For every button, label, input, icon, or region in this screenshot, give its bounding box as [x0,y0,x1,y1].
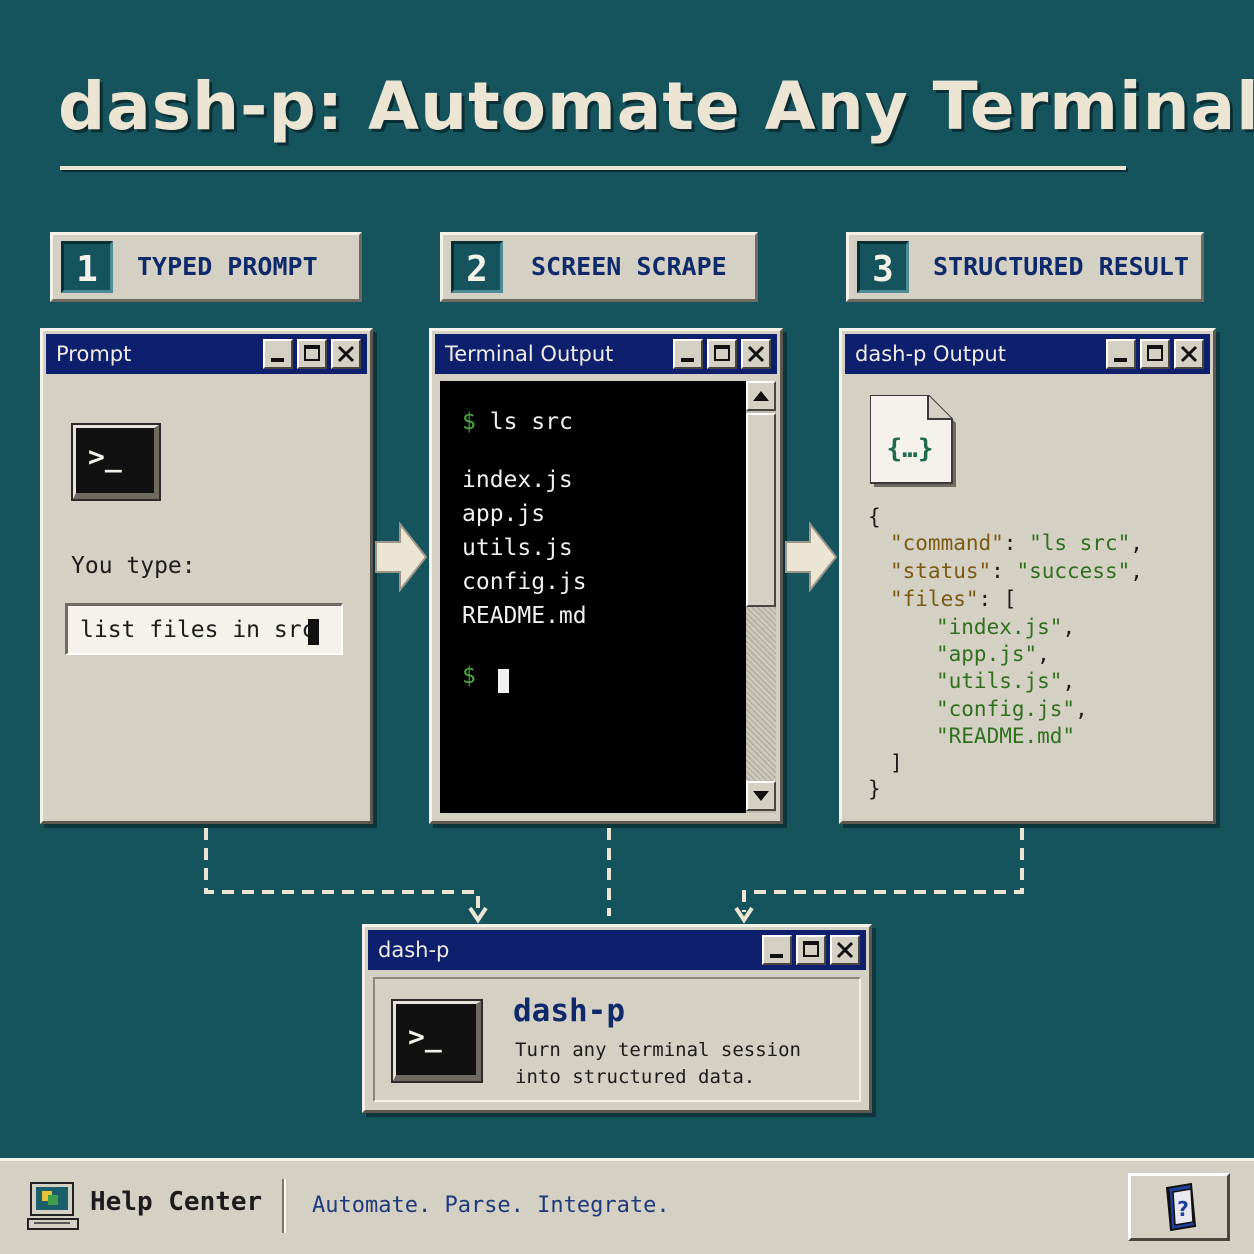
close-icon [1180,345,1198,363]
title-divider [60,166,1126,170]
window-title: dash-p [378,938,450,962]
json-file-item: "index.js", [936,615,1076,639]
close-button[interactable] [331,339,361,369]
up-arrow-icon [753,391,769,401]
close-button[interactable] [830,935,860,965]
flow-arrow-icon [375,522,428,592]
prompt-titlebar[interactable]: Prompt [46,334,367,374]
terminal-screen[interactable]: $ ls src index.js app.js utils.js config… [440,381,746,813]
output-line: index.js [462,467,573,493]
app-name: dash-p [513,993,625,1029]
app-description-line2: into structured data. [515,1066,756,1088]
help-book-icon: ? [1165,1182,1197,1232]
minimize-icon [681,358,694,362]
help-button[interactable]: ? [1128,1173,1230,1241]
close-icon [747,345,765,363]
window-title: Prompt [56,342,132,366]
dashp-titlebar[interactable]: dash-p [368,930,866,970]
maximize-icon [714,345,730,361]
step-number: 2 [451,241,503,293]
close-button[interactable] [741,339,771,369]
step-label: SCREEN SCRAPE [531,252,727,281]
output-line: config.js [462,569,587,595]
output-line: utils.js [462,535,573,561]
window-title: Terminal Output [445,342,614,366]
minimize-icon [1114,358,1127,362]
help-center-label[interactable]: Help Center [90,1187,262,1217]
taskbar-separator [282,1179,286,1233]
dashed-connectors [204,828,1024,924]
minimize-button[interactable] [1106,339,1136,369]
maximize-button[interactable] [1140,339,1170,369]
step-number: 3 [857,241,909,293]
text-cursor [308,619,319,645]
scroll-down-button[interactable] [746,781,776,811]
maximize-button[interactable] [297,339,327,369]
step-header-1: 1 TYPED PROMPT [50,232,362,302]
minimize-button[interactable] [263,339,293,369]
tagline: Automate. Parse. Integrate. [312,1193,670,1218]
maximize-button[interactable] [707,339,737,369]
scroll-thumb[interactable] [746,413,776,607]
page-title: dash-p: Automate Any Terminal [58,68,1254,145]
json-close-bracket: ] [890,751,903,775]
maximize-icon [1147,345,1163,361]
step-header-2: 2 SCREEN SCRAPE [440,232,758,302]
json-status-line: "status": "success", [890,559,1143,583]
json-file-icon: {…} [869,394,962,495]
output-line: README.md [462,603,587,629]
output-titlebar[interactable]: dash-p Output [845,334,1210,374]
app-description-line1: Turn any terminal session [515,1039,801,1061]
command-line: $ ls src [462,409,573,435]
close-icon [337,345,355,363]
step-header-3: 3 STRUCTURED RESULT [846,232,1204,302]
flow-arrow-icon [785,522,838,592]
minimize-button[interactable] [673,339,703,369]
minimize-button[interactable] [762,935,792,965]
maximize-icon [803,941,819,957]
close-button[interactable] [1174,339,1204,369]
json-file-item: "utils.js", [936,669,1076,693]
json-close-brace: } [868,777,881,801]
computer-icon[interactable] [26,1181,80,1233]
json-file-item: "app.js", [936,642,1050,666]
terminal-icon: >_ [391,999,483,1083]
svg-text:{…}: {…} [887,434,934,464]
svg-text:?: ? [1177,1197,1189,1221]
terminal-icon: >_ [71,423,161,501]
taskbar: Help Center Automate. Parse. Integrate. … [0,1158,1254,1254]
json-command-line: "command": "ls src", [890,531,1143,555]
terminal-titlebar[interactable]: Terminal Output [435,334,777,374]
maximize-icon [304,345,320,361]
prompt-line: $ [462,663,476,689]
json-open-brace: { [868,505,881,529]
minimize-icon [271,358,284,362]
json-file-item: "config.js", [936,697,1088,721]
scroll-track[interactable] [746,607,776,781]
step-label: TYPED PROMPT [137,252,318,281]
terminal-scrollbar[interactable] [746,381,776,813]
dashp-window: dash-p >_ dash-p Turn any terminal sessi… [362,924,872,1113]
minimize-icon [770,954,783,958]
json-files-line: "files": [ [890,587,1017,611]
prompt-window: Prompt >_ You type: list files in src [40,328,373,824]
json-file-item: "README.md" [936,724,1076,748]
prompt-input-value: list files in src [80,617,316,643]
prompt-label: You type: [71,553,196,579]
output-window: dash-p Output {…} { "command": "ls src",… [839,328,1216,824]
step-number: 1 [61,241,113,293]
window-title: dash-p Output [855,342,1006,366]
terminal-window: Terminal Output $ ls src index.js app.js… [429,328,783,824]
terminal-cursor [498,669,509,693]
prompt-input[interactable]: list files in src [65,603,343,655]
down-arrow-icon [753,791,769,801]
scroll-up-button[interactable] [746,381,776,411]
close-icon [836,941,854,959]
step-label: STRUCTURED RESULT [933,252,1189,281]
maximize-button[interactable] [796,935,826,965]
output-line: app.js [462,501,546,527]
